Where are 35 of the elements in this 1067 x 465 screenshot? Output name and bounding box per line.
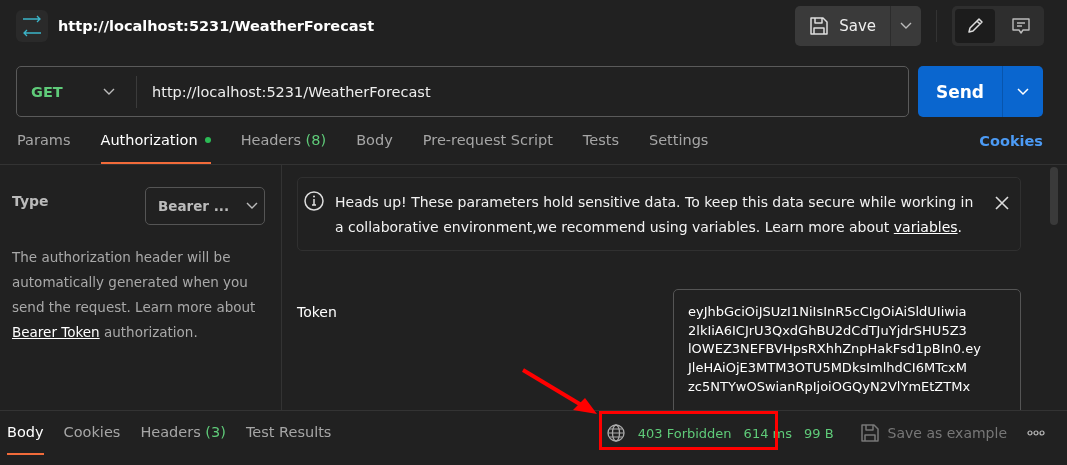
- tab[interactable]: Headers (3): [140, 411, 226, 455]
- save-as-example-button[interactable]: Save as example: [859, 411, 1007, 455]
- status-code: 403 Forbidden: [637, 425, 732, 441]
- pencil-icon: [965, 16, 985, 36]
- comment-icon: [1011, 16, 1031, 36]
- tab[interactable]: Settings: [648, 118, 709, 164]
- request-title: http://localhost:5231/WeatherForecast: [58, 18, 375, 34]
- variables-link[interactable]: variables: [893, 219, 958, 235]
- url-field[interactable]: GET http://localhost:5231/WeatherForecast: [16, 66, 909, 117]
- tab[interactable]: Params: [17, 118, 71, 164]
- auth-type-dropdown[interactable]: Bearer ...: [145, 187, 265, 225]
- auth-description: The authorization header will be automatically generated when you send the request. Learn more about Bearer Token authorization.: [12, 248, 257, 342]
- method-dropdown[interactable]: GET: [17, 75, 137, 108]
- close-button[interactable]: [994, 195, 1010, 211]
- globe-icon: [605, 423, 626, 443]
- bearer-token-link[interactable]: Bearer Token: [12, 324, 100, 340]
- info-icon: [303, 190, 325, 212]
- response-size: 99 B: [804, 425, 834, 441]
- tab[interactable]: Body: [7, 411, 44, 455]
- tab[interactable]: Body: [356, 118, 393, 164]
- tab[interactable]: Headers (8): [240, 118, 327, 164]
- token-label: Token: [297, 303, 337, 322]
- close-icon: [994, 195, 1010, 211]
- edit-button[interactable]: [955, 9, 995, 43]
- tab[interactable]: Test Results: [245, 411, 332, 455]
- type-label: Type: [12, 193, 49, 209]
- tab[interactable]: Pre-request Script: [422, 118, 553, 164]
- scrollbar-thumb[interactable]: [1050, 167, 1058, 225]
- more-icon: [1027, 430, 1045, 436]
- cookies-link[interactable]: Cookies: [979, 133, 1043, 149]
- warning-text: Heads up! These parameters hold sensitive data. To keep this data secure while working in a collaborative environment,we recommend using variables. Learn more about variables.: [335, 193, 975, 237]
- tab[interactable]: Cookies: [63, 411, 121, 455]
- token-input[interactable]: eyJhbGciOiJSUzI1NiIsInR5cCIgOiAiSldUIiwia 2lkIiA6ICJrU3QxdGhBU2dCdTJuYjdrSHU5Z3 lOWEZ3NEFBVHpsRXhhZnpHakFsd1pBIn0.ey JleHAiOjE3MTM3OTU5MDksImlhdCI6MTcxM zc5NTYwOSwianRpIjoiOGQyN2VlYmEtZTMx: [673, 289, 1021, 410]
- tab[interactable]: Tests: [582, 118, 619, 164]
- tab[interactable]: Authorization: [100, 118, 211, 164]
